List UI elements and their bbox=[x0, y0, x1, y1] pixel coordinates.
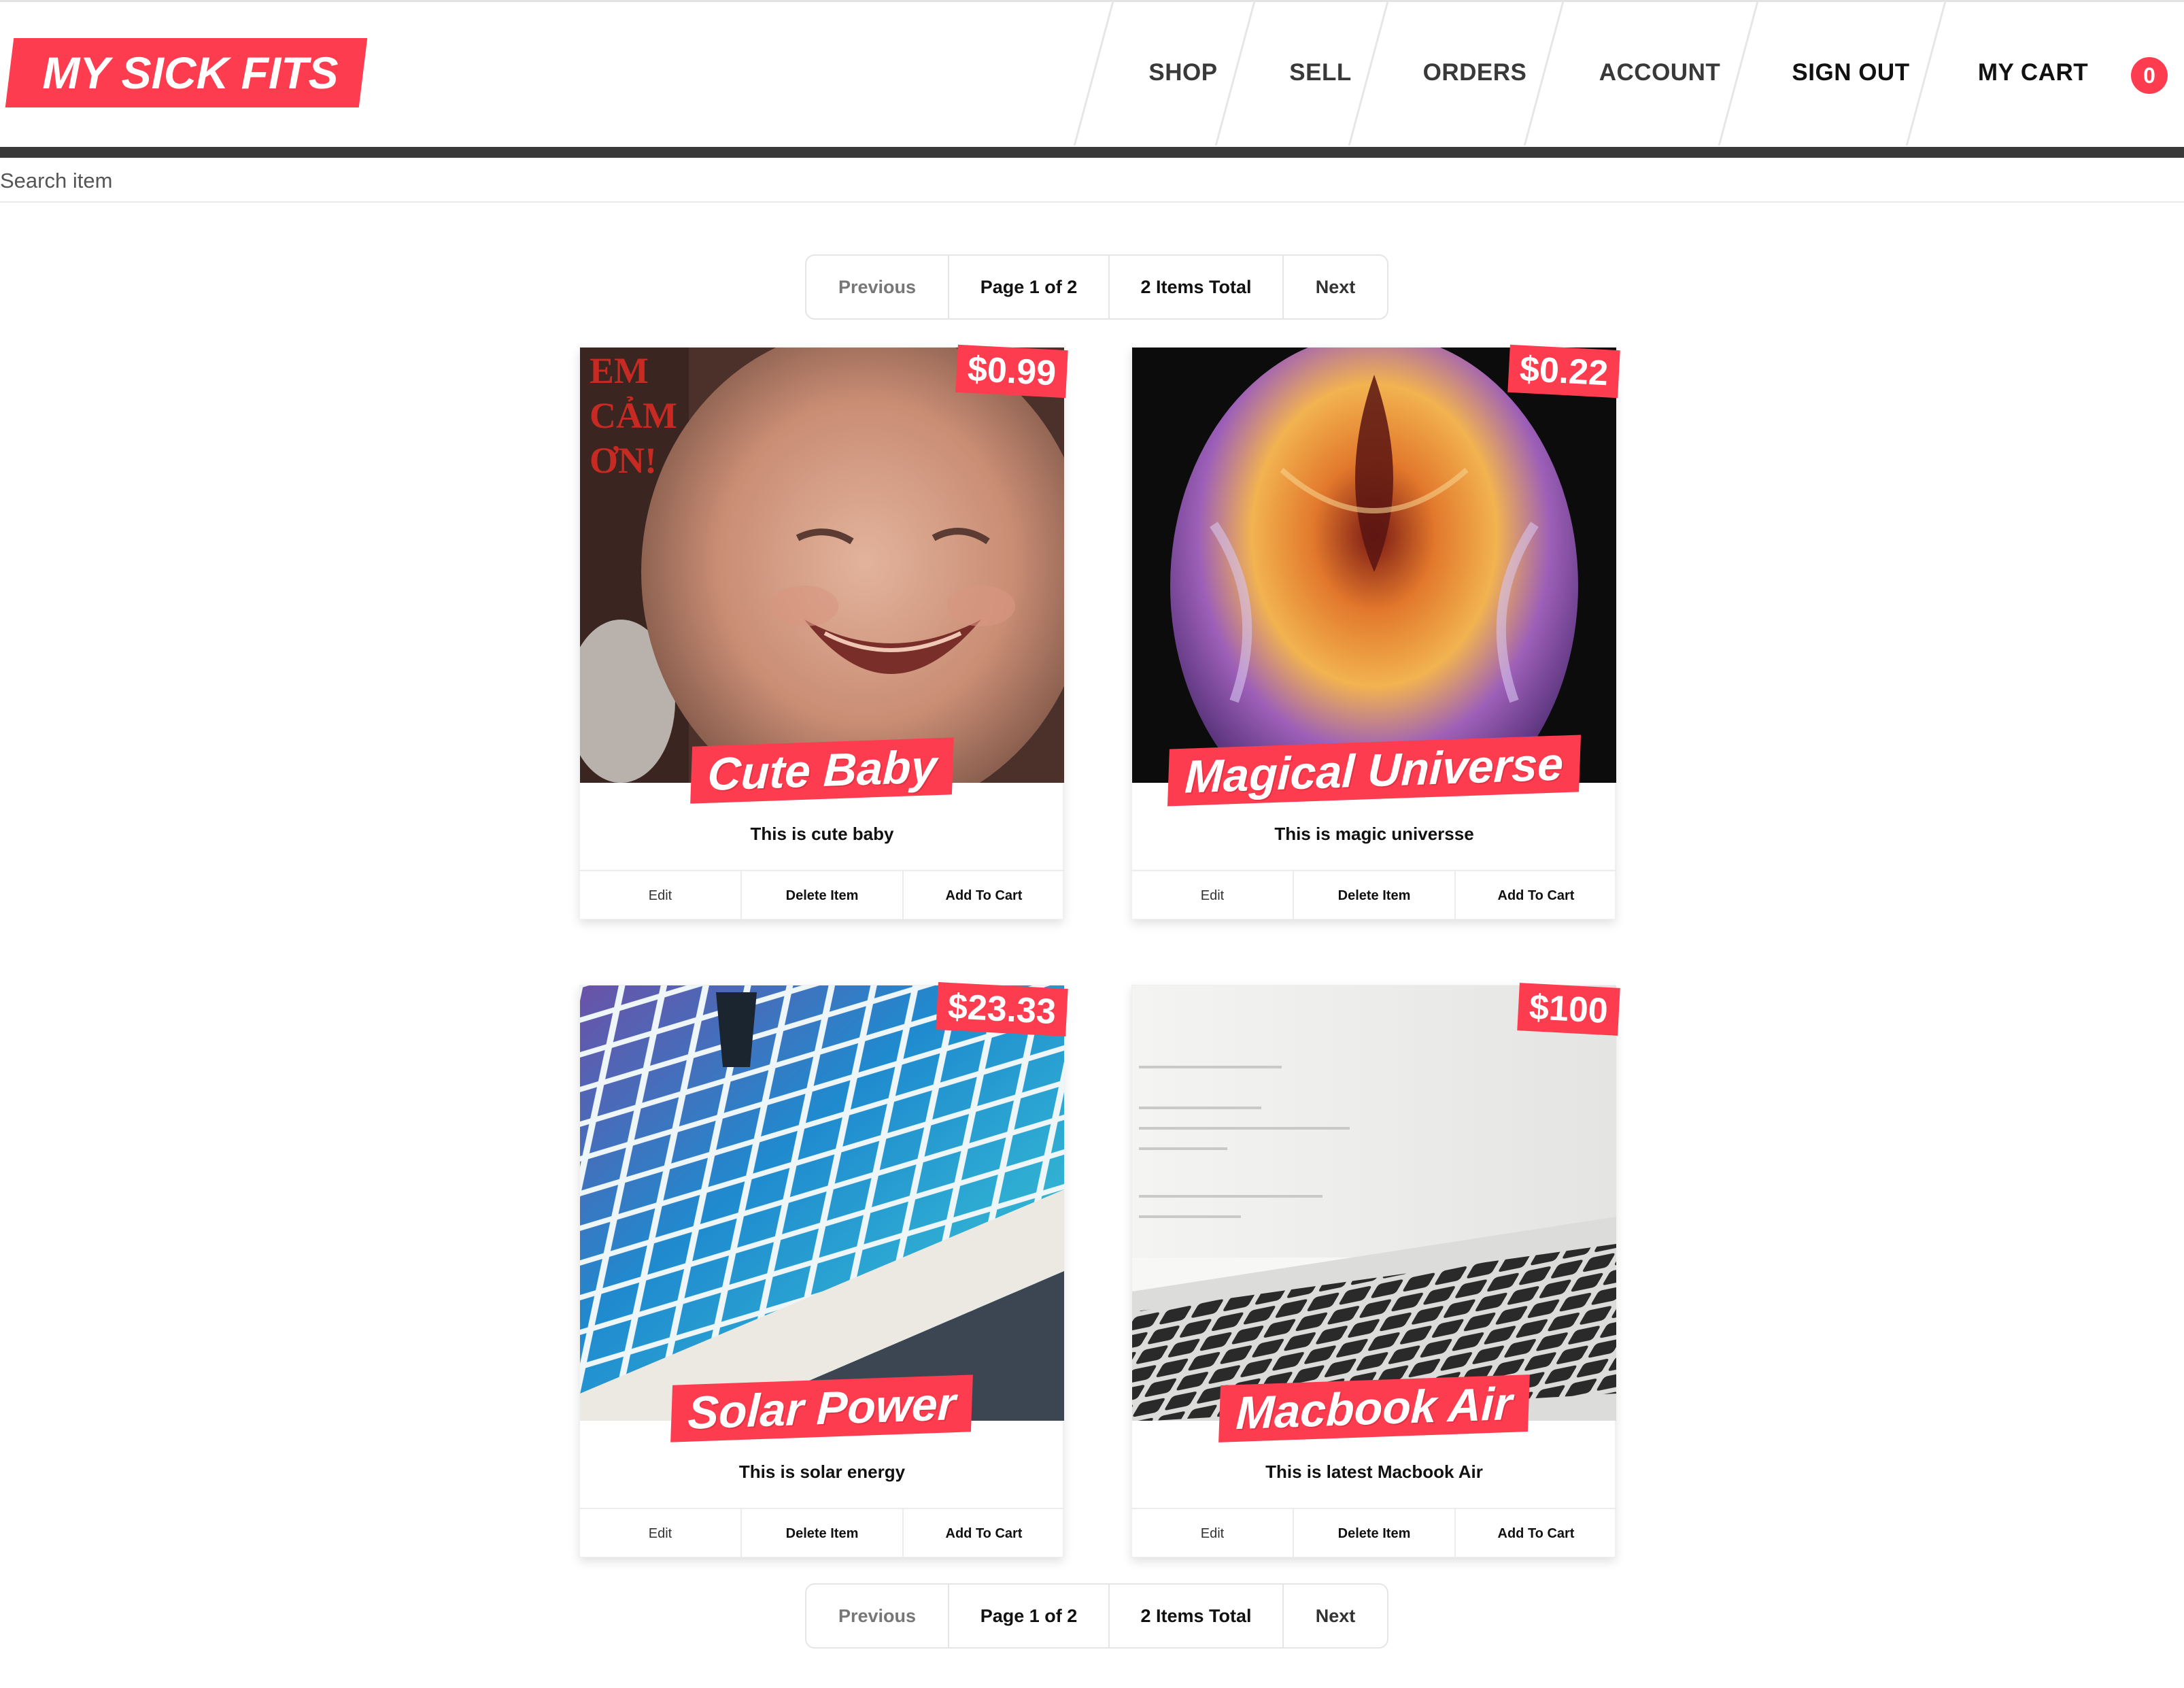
page-indicator: Page 1 of 2 bbox=[948, 256, 1108, 318]
item-description: This is cute baby bbox=[750, 824, 894, 844]
edit-button[interactable]: Edit bbox=[580, 1509, 740, 1558]
next-page-link[interactable]: Next bbox=[1282, 1585, 1387, 1647]
item-buttons: Edit Delete Item Add To Cart bbox=[580, 870, 1064, 922]
image-text: EM bbox=[590, 350, 649, 391]
item-buttons: Edit Delete Item Add To Cart bbox=[1132, 1508, 1616, 1559]
delete-item-button[interactable]: Delete Item bbox=[1293, 1509, 1454, 1558]
item-card: $0.22 Magical Universe This is magic uni… bbox=[1131, 344, 1620, 922]
item-title[interactable]: Solar Power bbox=[670, 1374, 974, 1442]
cart-count-badge[interactable]: 0 bbox=[2131, 57, 2168, 94]
item-card: $23.33 Solar Power This is solar energy … bbox=[579, 982, 1068, 1559]
item-title[interactable]: Cute Baby bbox=[690, 737, 954, 804]
previous-page-link[interactable]: Previous bbox=[806, 1585, 948, 1647]
item-price: $100 bbox=[1517, 983, 1620, 1036]
item-image[interactable] bbox=[1132, 348, 1616, 783]
header-bar bbox=[0, 147, 2184, 158]
item-price: $0.22 bbox=[1507, 344, 1620, 399]
add-to-cart-button[interactable]: Add To Cart bbox=[902, 871, 1064, 920]
edit-button[interactable]: Edit bbox=[1132, 1509, 1293, 1558]
nav-orders[interactable]: ORDERS bbox=[1387, 0, 1563, 146]
pagination-top: Previous Page 1 of 2 2 Items Total Next bbox=[805, 254, 1388, 320]
nav-account[interactable]: ACCOUNT bbox=[1563, 0, 1757, 146]
delete-item-button[interactable]: Delete Item bbox=[740, 871, 902, 920]
next-page-link[interactable]: Next bbox=[1282, 256, 1387, 318]
page-indicator: Page 1 of 2 bbox=[948, 1585, 1108, 1647]
nav-sign-out[interactable]: SIGN OUT bbox=[1757, 0, 1945, 146]
items-total: 2 Items Total bbox=[1108, 1585, 1282, 1647]
item-description: This is latest Macbook Air bbox=[1265, 1462, 1483, 1482]
item-card: $100 Macbook Air This is latest Macbook … bbox=[1131, 983, 1620, 1559]
image-text: ƠN! bbox=[590, 440, 657, 481]
item-image[interactable]: EM CẢM ƠN! bbox=[580, 348, 1064, 783]
add-to-cart-button[interactable]: Add To Cart bbox=[1454, 1509, 1616, 1558]
item-card: EM CẢM ƠN! $0.99 Cute Baby This is cute … bbox=[579, 344, 1068, 922]
item-title[interactable]: Macbook Air bbox=[1218, 1374, 1530, 1442]
edit-button[interactable]: Edit bbox=[1132, 871, 1293, 920]
nav-separator bbox=[1073, 0, 1114, 146]
main-nav: SHOP SELL ORDERS ACCOUNT SIGN OUT MY CAR… bbox=[1073, 0, 2184, 146]
edit-button[interactable]: Edit bbox=[580, 871, 740, 920]
pagination-bottom: Previous Page 1 of 2 2 Items Total Next bbox=[805, 1583, 1388, 1649]
delete-item-button[interactable]: Delete Item bbox=[1293, 871, 1454, 920]
nav-shop[interactable]: SHOP bbox=[1112, 0, 1254, 146]
item-buttons: Edit Delete Item Add To Cart bbox=[1132, 870, 1616, 922]
logo[interactable]: MY SICK FITS bbox=[27, 38, 354, 107]
add-to-cart-button[interactable]: Add To Cart bbox=[1454, 871, 1616, 920]
item-title[interactable]: Magical Universe bbox=[1167, 735, 1581, 807]
previous-page-link[interactable]: Previous bbox=[806, 256, 948, 318]
item-description: This is solar energy bbox=[738, 1462, 906, 1482]
item-image[interactable] bbox=[1132, 985, 1616, 1421]
image-text: CẢM bbox=[590, 395, 677, 436]
item-price: $23.33 bbox=[936, 982, 1068, 1036]
search-input[interactable] bbox=[0, 161, 2184, 203]
delete-item-button[interactable]: Delete Item bbox=[740, 1509, 902, 1558]
item-buttons: Edit Delete Item Add To Cart bbox=[580, 1508, 1064, 1559]
item-price: $0.99 bbox=[955, 344, 1068, 399]
items-total: 2 Items Total bbox=[1108, 256, 1282, 318]
nav-my-cart[interactable]: MY CART bbox=[1945, 0, 2121, 146]
add-to-cart-button[interactable]: Add To Cart bbox=[902, 1509, 1064, 1558]
item-image[interactable] bbox=[580, 985, 1064, 1421]
item-description: This is magic universse bbox=[1274, 824, 1474, 844]
